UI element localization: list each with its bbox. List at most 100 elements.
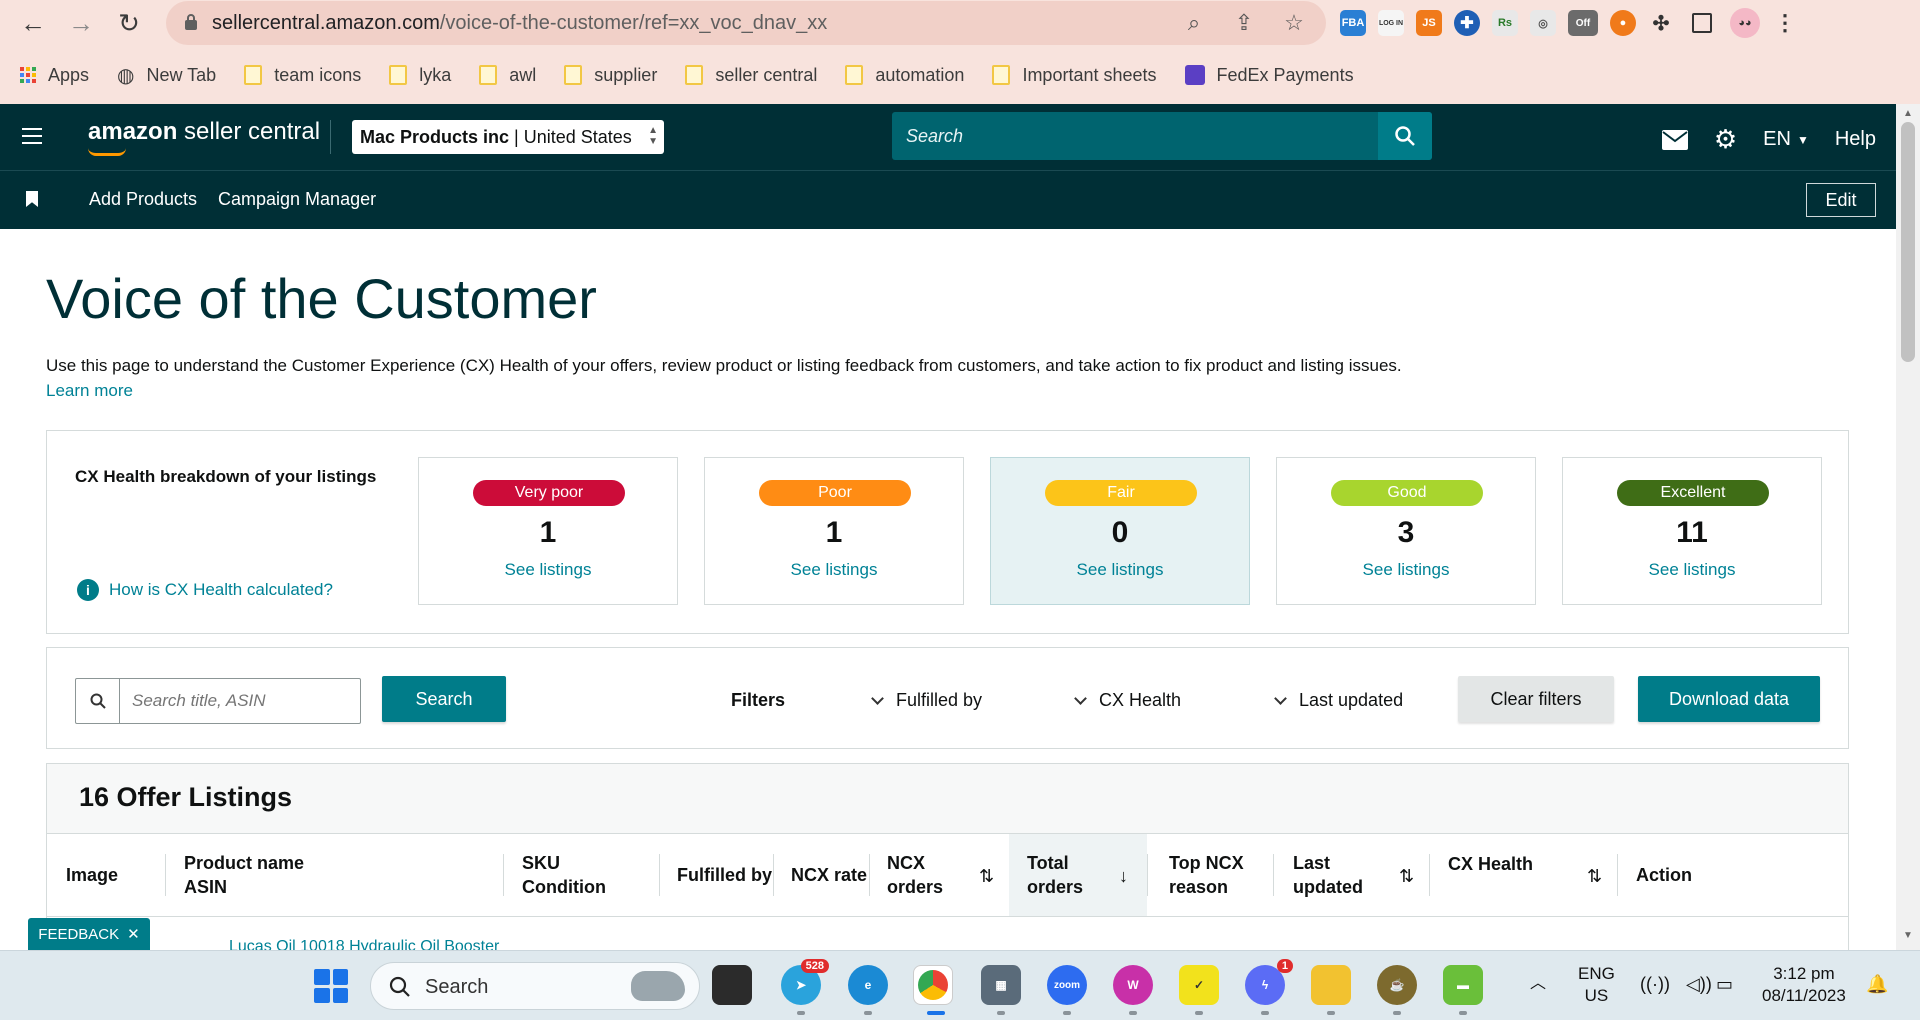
- gear-icon[interactable]: ⚙: [1714, 124, 1737, 155]
- see-listings-link[interactable]: See listings: [1277, 560, 1535, 580]
- fulfilled-by-filter[interactable]: Fulfilled by: [871, 690, 982, 711]
- column-last-updated[interactable]: Last updated: [1293, 834, 1363, 916]
- login-extension-icon[interactable]: LOG IN: [1378, 10, 1404, 36]
- zoom-icon[interactable]: zoom: [1047, 965, 1087, 1005]
- language-indicator[interactable]: ENG US: [1578, 963, 1615, 1007]
- volume-icon[interactable]: ◁)): [1686, 973, 1712, 995]
- bookmark-icon[interactable]: [26, 191, 38, 207]
- bookmark-team-icons[interactable]: team icons: [244, 65, 361, 86]
- orbit-extension-icon[interactable]: ●: [1610, 10, 1636, 36]
- cx-card-very-poor[interactable]: Very poor 1 See listings: [418, 457, 678, 605]
- cx-health-help-link[interactable]: i How is CX Health calculated?: [77, 579, 333, 601]
- campaign-manager-link[interactable]: Campaign Manager: [218, 189, 376, 210]
- notification-bell-icon[interactable]: 🔔: [1866, 973, 1888, 995]
- chrome-icon[interactable]: [913, 965, 953, 1005]
- see-listings-link[interactable]: See listings: [705, 560, 963, 580]
- off-extension-icon[interactable]: Off: [1568, 10, 1598, 36]
- notification-badge: 528: [800, 959, 829, 973]
- scroll-thumb[interactable]: [1901, 122, 1915, 362]
- bookmark-automation[interactable]: automation: [845, 65, 964, 86]
- bookmark-label: Apps: [48, 64, 90, 85]
- taskbar-search[interactable]: Search: [370, 962, 700, 1010]
- edit-shortcuts-button[interactable]: Edit: [1806, 183, 1876, 217]
- battery-icon[interactable]: ▭: [1716, 973, 1733, 995]
- bookmark-awl[interactable]: awl: [479, 65, 536, 86]
- calculator-icon[interactable]: ▦: [981, 965, 1021, 1005]
- global-search-input[interactable]: [892, 112, 1378, 160]
- search-button[interactable]: Search: [382, 676, 506, 722]
- bookmark-lyka[interactable]: lyka: [389, 65, 451, 86]
- bookmark-fedex-payments[interactable]: FedEx Payments: [1184, 65, 1354, 86]
- sort-descending-icon[interactable]: ↓: [1119, 866, 1128, 887]
- sort-icon[interactable]: ⇅: [1399, 866, 1414, 887]
- close-icon[interactable]: ✕: [127, 925, 140, 943]
- last-updated-filter[interactable]: Last updated: [1274, 690, 1403, 711]
- page-scrollbar[interactable]: ▲ ▼: [1896, 104, 1920, 950]
- clock[interactable]: 3:12 pm 08/11/2023: [1762, 963, 1846, 1007]
- wifi-icon[interactable]: ((·)): [1640, 973, 1670, 995]
- download-data-button[interactable]: Download data: [1638, 676, 1820, 722]
- cx-card-fair[interactable]: Fair 0 See listings: [990, 457, 1250, 605]
- bookmark-apps[interactable]: Apps: [20, 65, 89, 86]
- task-view-icon[interactable]: [712, 965, 752, 1005]
- coffee-app-icon[interactable]: ☕: [1377, 965, 1417, 1005]
- folder-icon: [992, 65, 1011, 85]
- cx-health-filter[interactable]: CX Health: [1074, 690, 1181, 711]
- sort-icon[interactable]: ⇅: [1587, 866, 1602, 887]
- bookmark-seller-central[interactable]: seller central: [685, 65, 817, 86]
- column-sku: SKU Condition: [522, 853, 606, 897]
- learn-more-link[interactable]: Learn more: [46, 381, 133, 401]
- mail-icon[interactable]: [1661, 129, 1688, 150]
- language-selector[interactable]: EN ▼: [1763, 128, 1809, 151]
- sidepanel-icon[interactable]: [1692, 13, 1712, 33]
- sticky-notes-icon[interactable]: ✓: [1179, 965, 1219, 1005]
- scroll-down-icon[interactable]: ▼: [1903, 930, 1913, 941]
- column-cx-health[interactable]: CX Health: [1448, 834, 1533, 916]
- global-search-button[interactable]: [1378, 112, 1432, 160]
- green-app-icon[interactable]: ▬: [1443, 965, 1483, 1005]
- amazon-seller-central-logo[interactable]: amazon seller central: [88, 118, 320, 156]
- star-icon[interactable]: ☆: [1280, 9, 1308, 37]
- see-listings-link[interactable]: See listings: [991, 560, 1249, 580]
- cx-card-excellent[interactable]: Excellent 11 See listings: [1562, 457, 1822, 605]
- back-icon[interactable]: ←: [18, 8, 48, 38]
- fba-extension-icon[interactable]: FBA: [1340, 10, 1366, 36]
- store-selector[interactable]: Mac Products inc | United States ▲ ▼: [352, 120, 664, 154]
- bookmark-new-tab[interactable]: ◍ New Tab: [117, 63, 216, 88]
- cx-card-good[interactable]: Good 3 See listings: [1276, 457, 1536, 605]
- hamburger-menu-icon[interactable]: [22, 128, 42, 144]
- messenger-icon[interactable]: ϟ1: [1245, 959, 1293, 1005]
- address-bar[interactable]: sellercentral.amazon.com/voice-of-the-cu…: [166, 1, 1326, 45]
- edge-icon[interactable]: e: [848, 965, 888, 1005]
- profile-avatar-icon[interactable]: ◕◕: [1730, 8, 1760, 38]
- windows-start-icon[interactable]: [314, 969, 348, 1003]
- puzzle-icon[interactable]: ✣: [1648, 10, 1674, 36]
- see-listings-link[interactable]: See listings: [1563, 560, 1821, 580]
- menu-dots-icon[interactable]: ⋮: [1772, 10, 1798, 36]
- clip-extension-icon[interactable]: ◎: [1530, 10, 1556, 36]
- add-products-link[interactable]: Add Products: [89, 189, 197, 210]
- share-icon[interactable]: ⇪: [1230, 9, 1258, 37]
- cx-card-poor[interactable]: Poor 1 See listings: [704, 457, 964, 605]
- scroll-up-icon[interactable]: ▲: [1903, 108, 1913, 119]
- cx-count: 1: [539, 516, 557, 549]
- bookmark-important-sheets[interactable]: Important sheets: [992, 65, 1157, 86]
- clear-filters-button[interactable]: Clear filters: [1458, 676, 1614, 722]
- rs-extension-icon[interactable]: Rs: [1492, 10, 1518, 36]
- plus-extension-icon[interactable]: ✚: [1454, 10, 1480, 36]
- column-ncx-orders[interactable]: NCX orders: [887, 834, 943, 916]
- wps-icon[interactable]: W: [1113, 965, 1153, 1005]
- bookmark-supplier[interactable]: supplier: [564, 65, 657, 86]
- telegram-icon[interactable]: ➤ 528: [781, 959, 829, 1005]
- reload-icon[interactable]: ↻: [114, 8, 144, 38]
- listing-search-input[interactable]: [122, 679, 358, 723]
- chevron-up-icon[interactable]: ︿: [1530, 973, 1546, 995]
- see-listings-link[interactable]: See listings: [419, 560, 677, 580]
- zoom-icon[interactable]: ⌕: [1180, 9, 1208, 37]
- feedback-button[interactable]: FEEDBACK ✕: [28, 918, 150, 950]
- help-link[interactable]: Help: [1835, 128, 1876, 151]
- sort-icon[interactable]: ⇅: [979, 866, 994, 887]
- file-explorer-icon[interactable]: [1311, 965, 1351, 1005]
- forward-icon[interactable]: →: [66, 8, 96, 38]
- js-extension-icon[interactable]: JS: [1416, 10, 1442, 36]
